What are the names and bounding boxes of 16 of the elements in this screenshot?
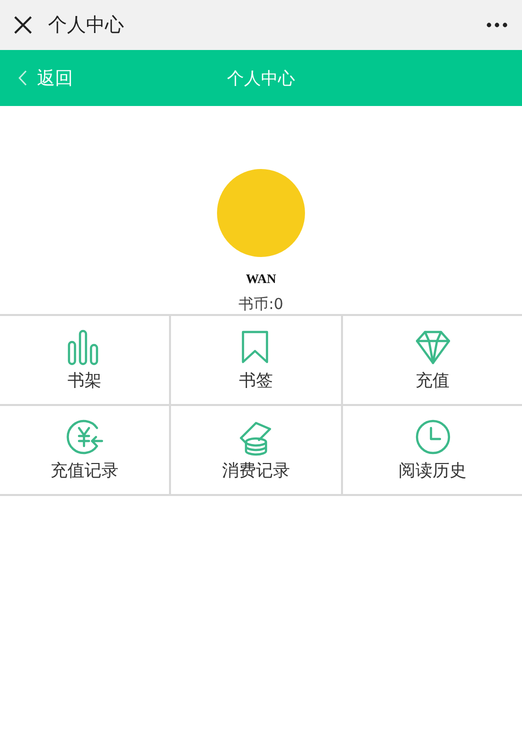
window-title: 个人中心 <box>48 13 125 38</box>
close-button[interactable] <box>14 16 32 34</box>
more-icon <box>486 22 508 28</box>
user-name: WAN <box>246 271 276 287</box>
page-title: 个人中心 <box>227 68 295 90</box>
close-icon <box>14 16 32 34</box>
coin-balance: 书币:0 <box>238 295 284 314</box>
diamond-icon <box>414 328 452 366</box>
menu-item[interactable]: 充值记录 <box>0 406 171 496</box>
more-button[interactable] <box>486 22 508 28</box>
menu-item[interactable]: 书架 <box>0 316 171 406</box>
yen-refund-icon <box>66 418 104 456</box>
chevron-left-icon <box>18 70 27 86</box>
menu-item[interactable]: 书签 <box>171 316 343 406</box>
menu-item[interactable]: 消费记录 <box>171 406 343 496</box>
clock-icon <box>414 418 452 456</box>
